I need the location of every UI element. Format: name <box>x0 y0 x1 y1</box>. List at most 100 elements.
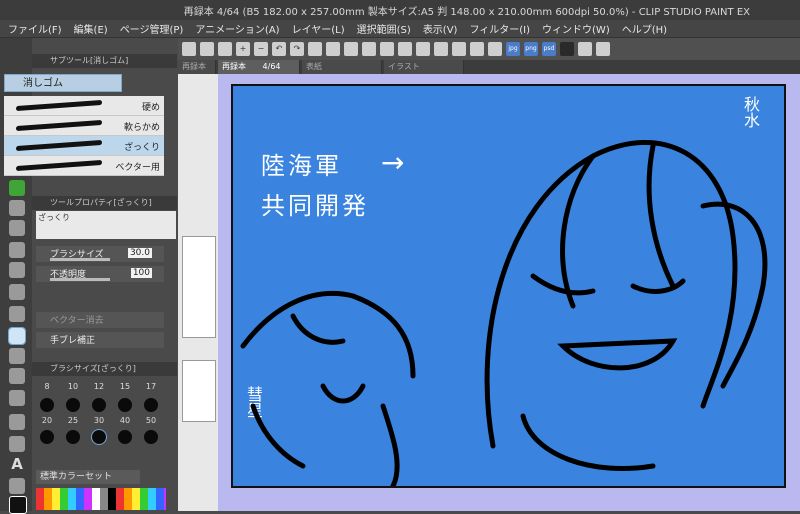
page-thumbnail[interactable] <box>182 236 216 338</box>
fit-icon[interactable] <box>326 42 340 56</box>
text-tool-icon[interactable]: A <box>9 456 25 472</box>
size-label: 8 <box>44 382 50 391</box>
tab-page: 4/64 <box>262 62 281 71</box>
brush-size-row[interactable]: ブラシサイズ 30.0 <box>36 246 164 262</box>
menu-window[interactable]: ウィンドウ(W) <box>542 21 610 36</box>
learn-icon[interactable] <box>596 42 610 56</box>
menu-help[interactable]: ヘルプ(H) <box>622 21 667 36</box>
main-color-swatch[interactable] <box>9 496 27 514</box>
gradient-tool-icon[interactable] <box>9 368 25 384</box>
brush-preview: ざっくり <box>36 211 176 239</box>
pencil-tool-icon[interactable] <box>9 220 25 236</box>
redo-icon[interactable]: ↷ <box>290 42 304 56</box>
brush-size-swatch[interactable] <box>66 398 80 412</box>
document-tabs: 再録本 再録本 4/64 表紙 イラスト <box>178 60 800 74</box>
zoom-out-icon[interactable]: − <box>254 42 268 56</box>
brush-size-swatch[interactable] <box>66 430 80 444</box>
fill-tool-icon[interactable] <box>9 348 25 364</box>
export-png-icon[interactable]: png <box>524 42 538 56</box>
open-file-icon[interactable] <box>200 42 214 56</box>
stabilize-label: 手ブレ補正 <box>50 336 96 346</box>
opacity-slider[interactable] <box>50 278 110 281</box>
menu-animation[interactable]: アニメーション(A) <box>195 21 279 36</box>
menu-layer[interactable]: レイヤー(L) <box>292 21 345 36</box>
tab-illust[interactable]: イラスト <box>384 60 464 74</box>
snap-icon[interactable] <box>434 42 448 56</box>
opacity-row[interactable]: 不透明度 100 <box>36 266 164 282</box>
brush-size-swatch[interactable] <box>40 430 54 444</box>
brush-label: ベクター用 <box>115 163 160 173</box>
zoom-in-icon[interactable]: + <box>236 42 250 56</box>
page-thumbnail[interactable] <box>182 360 216 422</box>
canvas-page[interactable]: 陸海軍 共同開発 → 秋水 彗星 <box>231 84 786 488</box>
brush-tool-icon[interactable] <box>9 242 25 258</box>
brush-row[interactable]: 硬め <box>4 96 164 116</box>
size-label: 20 <box>41 416 53 425</box>
title-bar: 再録本 4/64 (B5 182.00 x 257.00mm 製本サイズ:A5 … <box>0 0 800 20</box>
export-psd-icon[interactable]: psd <box>542 42 556 56</box>
menu-selection[interactable]: 選択範囲(S) <box>357 21 411 36</box>
brush-size-swatch[interactable] <box>92 398 106 412</box>
crop-icon[interactable] <box>398 42 412 56</box>
brush-row[interactable]: ベクター用 <box>4 156 164 176</box>
fill-icon[interactable] <box>362 42 376 56</box>
brush-size-swatch-selected[interactable] <box>91 429 107 445</box>
figure-tool-icon[interactable] <box>9 390 25 406</box>
settings-icon[interactable] <box>578 42 592 56</box>
brush-row-selected[interactable]: ざっくり <box>4 136 164 156</box>
character-sketch <box>240 139 768 486</box>
vector-erase-row[interactable]: ベクター消去 <box>36 312 164 328</box>
brush-stroke-preview <box>16 159 102 172</box>
brush-size-swatch[interactable] <box>118 398 132 412</box>
color-swatch-grid[interactable] <box>36 488 166 510</box>
preview-label: ざっくり <box>38 213 70 222</box>
menu-edit[interactable]: 編集(E) <box>74 21 108 36</box>
pen-pressure-icon[interactable] <box>470 42 484 56</box>
transform-icon[interactable] <box>380 42 394 56</box>
ruler-icon[interactable] <box>416 42 430 56</box>
brush-size-swatch[interactable] <box>118 430 132 444</box>
brush-stroke-preview <box>16 119 102 132</box>
window-title: 再録本 4/64 (B5 182.00 x 257.00mm 製本サイズ:A5 … <box>183 7 750 18</box>
tab-saiwoku-active[interactable]: 再録本 4/64 <box>218 60 300 74</box>
export-jpg-icon[interactable]: jpg <box>506 42 520 56</box>
eyedropper-tool-icon[interactable] <box>9 180 25 196</box>
size-label: 30 <box>93 416 105 425</box>
color-set-select[interactable]: 標準カラーセット <box>36 470 140 484</box>
ruler-tool-icon[interactable] <box>9 436 25 452</box>
brush-label: ざっくり <box>123 143 160 153</box>
brush-size-swatch[interactable] <box>40 398 54 412</box>
brush-size-value[interactable]: 30.0 <box>127 248 152 258</box>
decoration-tool-icon[interactable] <box>9 284 25 300</box>
eraser-tool-icon[interactable] <box>8 327 26 345</box>
blend-tool-icon[interactable] <box>9 306 25 322</box>
menu-file[interactable]: ファイル(F) <box>8 21 62 36</box>
pen-tool-icon[interactable] <box>9 200 25 216</box>
stabilize-row[interactable]: 手ブレ補正 <box>36 332 164 348</box>
brush-row[interactable]: 軟らかめ <box>4 116 164 136</box>
layer-lock-icon[interactable] <box>488 42 502 56</box>
tool-property-header: ツールプロパティ[ざっくり] <box>32 196 177 210</box>
tab-saiwoku[interactable]: 再録本 <box>178 60 216 74</box>
tab-cover[interactable]: 表紙 <box>302 60 382 74</box>
menu-page[interactable]: ページ管理(P) <box>120 21 184 36</box>
mask-icon[interactable] <box>452 42 466 56</box>
save-icon[interactable] <box>218 42 232 56</box>
clip-studio-icon[interactable] <box>560 42 574 56</box>
brush-size-swatch[interactable] <box>144 398 158 412</box>
airbrush-tool-icon[interactable] <box>9 262 25 278</box>
brush-size-slider[interactable] <box>50 258 110 261</box>
flip-icon[interactable] <box>344 42 358 56</box>
brush-stroke-preview <box>16 139 102 152</box>
opacity-value[interactable]: 100 <box>130 268 152 278</box>
brush-size-swatch[interactable] <box>144 430 158 444</box>
rotate-icon[interactable] <box>308 42 322 56</box>
subtool-group-tab[interactable]: 消しゴム <box>4 74 122 92</box>
balloon-tool-icon[interactable] <box>9 478 25 494</box>
menu-filter[interactable]: フィルター(I) <box>469 21 530 36</box>
size-label: 10 <box>67 382 79 391</box>
new-file-icon[interactable] <box>182 42 196 56</box>
menu-view[interactable]: 表示(V) <box>423 21 458 36</box>
frame-tool-icon[interactable] <box>9 414 25 430</box>
undo-icon[interactable]: ↶ <box>272 42 286 56</box>
